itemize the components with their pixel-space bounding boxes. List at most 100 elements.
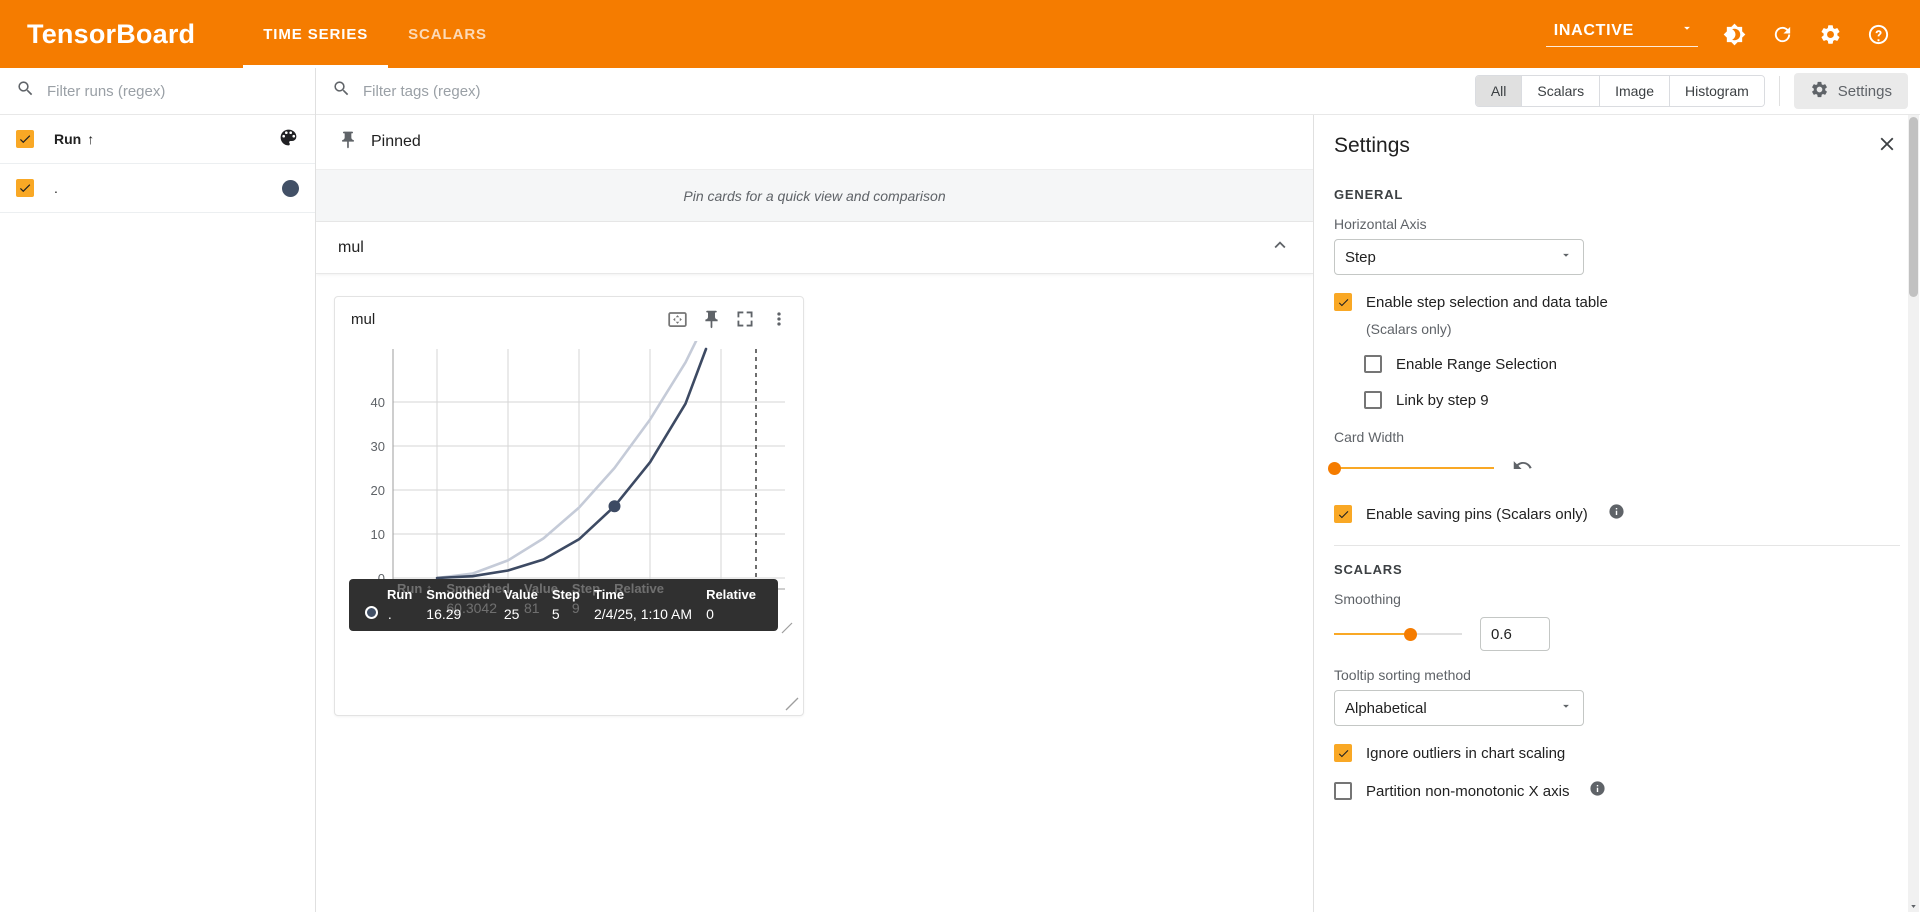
saving-pins-checkbox[interactable] — [1334, 505, 1352, 523]
filter-histogram-button[interactable]: Histogram — [1670, 76, 1764, 106]
scroll-down-icon[interactable] — [1908, 901, 1919, 912]
settings-scrollbar-thumb[interactable] — [1909, 117, 1918, 297]
info-icon[interactable] — [1608, 503, 1625, 525]
tooltip-step-cell: 5 — [551, 606, 560, 622]
tag-toolbar: All Scalars Image Histogram Settings — [316, 68, 1920, 115]
card-width-slider[interactable] — [1328, 461, 1494, 475]
pinned-section-header: Pinned — [316, 115, 1313, 170]
run-status-select[interactable]: INACTIVE — [1545, 21, 1698, 47]
run-color-swatch[interactable] — [282, 179, 299, 197]
help-icon[interactable] — [1856, 12, 1900, 56]
settings-scalars-header: SCALARS — [1334, 562, 1403, 577]
plugin-type-filter-group: All Scalars Image Histogram — [1474, 75, 1765, 107]
top-bar-actions: INACTIVE — [1545, 12, 1920, 56]
run-checkbox[interactable] — [16, 179, 34, 197]
runs-filter-input[interactable] — [47, 82, 299, 100]
saving-pins-row[interactable]: Enable saving pins (Scalars only) — [1334, 503, 1900, 525]
tab-scalars[interactable]: SCALARS — [388, 0, 507, 68]
link-by-step-row[interactable]: Link by step 9 — [1364, 391, 1900, 409]
filter-scalars-button[interactable]: Scalars — [1522, 76, 1601, 106]
smoothing-slider[interactable] — [1334, 627, 1462, 641]
tab-time-series[interactable]: TIME SERIES — [243, 0, 389, 68]
range-selection-label: Enable Range Selection — [1396, 355, 1557, 373]
svg-text:10: 10 — [371, 527, 385, 542]
series-smoothed-line — [435, 347, 708, 580]
gear-icon — [1810, 80, 1829, 103]
chart-resize-handle[interactable] — [781, 621, 793, 634]
settings-general-header: GENERAL — [1334, 187, 1404, 202]
ignore-outliers-checkbox[interactable] — [1334, 744, 1352, 762]
series-value-line — [435, 325, 705, 580]
settings-button[interactable]: Settings — [1793, 73, 1908, 109]
fit-to-domain-icon[interactable] — [665, 307, 689, 331]
run-column-header[interactable]: Run ↑ — [54, 131, 94, 147]
tooltip-time-cell: 2/4/25, 1:10 AM — [593, 606, 693, 622]
step-selection-checkbox[interactable] — [1334, 293, 1352, 311]
step-selection-label: Enable step selection and data table — [1366, 293, 1608, 311]
select-all-runs-checkbox[interactable] — [16, 130, 34, 148]
tooltip-run-name: . — [387, 606, 392, 622]
scalar-card: mul 10 20 30 40 Run ↑ Smoothed Value Ste… — [334, 296, 804, 716]
settings-panel-header: Settings — [1314, 115, 1920, 177]
tooltip-smoothed-cell: 16.29 — [426, 606, 462, 622]
card-title: mul — [351, 310, 376, 328]
ignore-outliers-row[interactable]: Ignore outliers in chart scaling — [1334, 744, 1900, 762]
main-nav-tabs: TIME SERIES SCALARS — [243, 0, 507, 68]
brightness-icon[interactable] — [1712, 12, 1756, 56]
tooltip-table: Run Smoothed Value Step Time Relative . … — [361, 587, 766, 623]
tooltip-col-step: Step — [551, 587, 580, 602]
tooltip-sorting-value: Alphabetical — [1345, 699, 1427, 717]
color-palette-icon[interactable] — [278, 127, 299, 151]
settings-scrollbar[interactable] — [1908, 115, 1919, 912]
top-app-bar: TensorBoard TIME SERIES SCALARS INACTIVE — [0, 0, 1920, 68]
tooltip-sorting-select[interactable]: Alphabetical — [1334, 690, 1584, 726]
pin-icon[interactable] — [699, 307, 723, 331]
tag-filter-input[interactable] — [363, 82, 1459, 100]
svg-text:20: 20 — [371, 483, 385, 498]
range-selection-row[interactable]: Enable Range Selection — [1364, 355, 1900, 373]
tag-group-header[interactable]: mul — [316, 222, 1313, 274]
run-name-label: . — [54, 180, 58, 196]
close-icon[interactable] — [1876, 133, 1898, 160]
partition-x-row[interactable]: Partition non-monotonic X axis — [1334, 780, 1900, 802]
tag-search-row — [316, 68, 1475, 114]
filter-all-button[interactable]: All — [1475, 76, 1523, 106]
toolbar-divider — [1778, 76, 1780, 106]
info-icon[interactable] — [1589, 780, 1606, 802]
refresh-icon[interactable] — [1760, 12, 1804, 56]
filter-image-button[interactable]: Image — [1600, 76, 1670, 106]
run-status-label: INACTIVE — [1553, 21, 1634, 39]
settings-gear-icon[interactable] — [1808, 12, 1852, 56]
card-width-label: Card Width — [1334, 429, 1405, 445]
tooltip-run-color-dot — [365, 606, 378, 619]
step-selection-row[interactable]: Enable step selection and data table — [1334, 293, 1900, 311]
chevron-up-icon[interactable] — [1269, 234, 1291, 261]
main-area: All Scalars Image Histogram Settings Pin… — [316, 68, 1920, 912]
card-actions — [665, 307, 791, 331]
card-resize-handle[interactable] — [785, 697, 799, 711]
reset-card-width-icon[interactable] — [1512, 455, 1533, 481]
tooltip-header-row: Run Smoothed Value Step Time Relative — [361, 587, 766, 605]
data-point-marker — [608, 500, 621, 513]
pin-icon — [338, 130, 358, 155]
smoothing-input[interactable]: 0.6 — [1480, 617, 1550, 651]
link-by-step-checkbox[interactable] — [1364, 391, 1382, 409]
run-row[interactable]: . — [0, 164, 315, 213]
tooltip-relative-cell: 0 — [706, 606, 714, 622]
partition-x-checkbox[interactable] — [1334, 782, 1352, 800]
more-options-icon[interactable] — [767, 307, 791, 331]
chevron-down-icon — [1559, 248, 1573, 266]
horizontal-axis-select[interactable]: Step — [1334, 239, 1584, 275]
run-column-label: Run — [54, 131, 82, 147]
tooltip-col-relative: Relative — [706, 587, 756, 602]
settings-panel-body: GENERAL Horizontal Axis Step Enable step… — [1314, 187, 1920, 802]
settings-panel-title: Settings — [1334, 134, 1410, 157]
range-selection-checkbox[interactable] — [1364, 355, 1382, 373]
search-icon — [16, 79, 35, 103]
scalars-only-note: (Scalars only) — [1366, 321, 1452, 337]
fullscreen-icon[interactable] — [733, 307, 757, 331]
tooltip-row: . 16.29 25 5 2/4/25, 1:10 AM 0 — [361, 605, 766, 623]
tooltip-col-run: Run — [387, 587, 413, 602]
settings-divider — [1334, 545, 1900, 546]
tab-time-series-label: TIME SERIES — [263, 25, 369, 43]
